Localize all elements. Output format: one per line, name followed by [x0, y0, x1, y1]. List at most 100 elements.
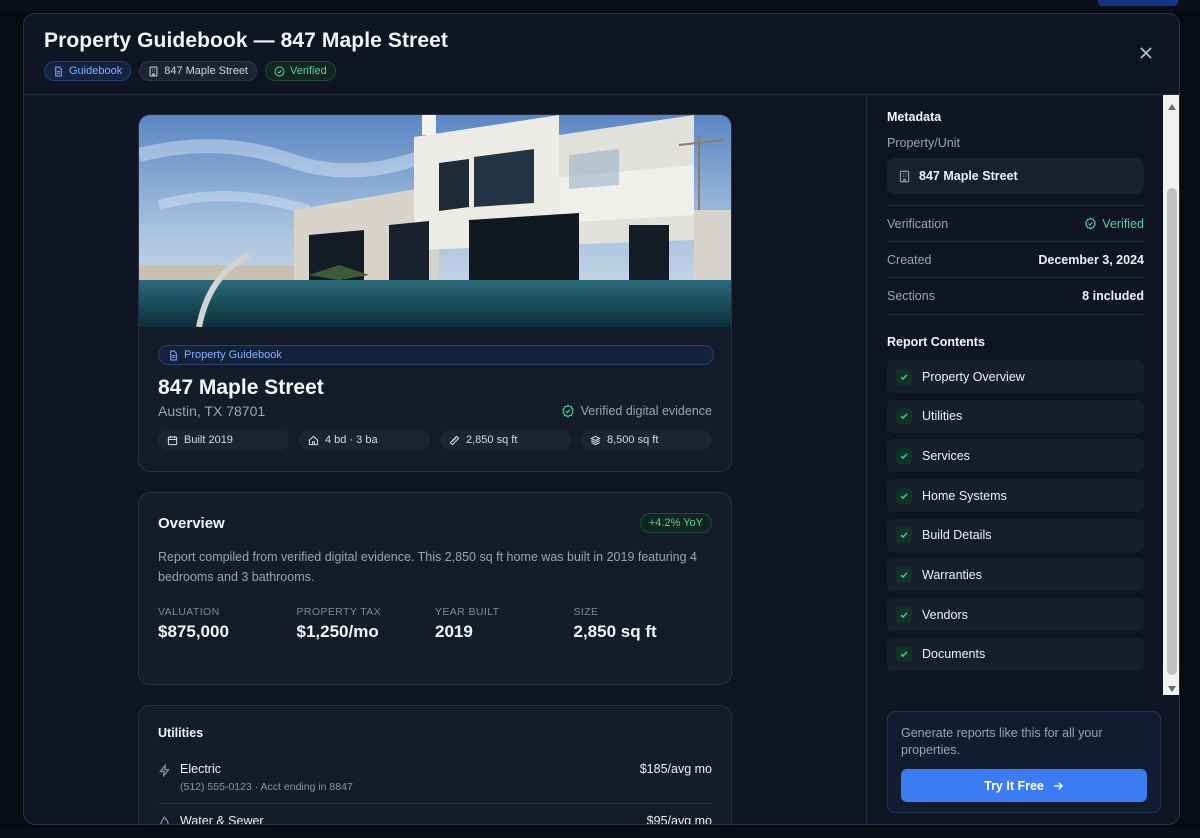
fact-built: Built 2019 [158, 430, 289, 450]
sidebar-scrollbar[interactable] [1163, 95, 1179, 695]
backdrop-button [1098, 0, 1178, 6]
close-button[interactable] [1137, 44, 1155, 62]
cta-box: Generate reports like this for all your … [887, 711, 1161, 813]
metadata-sidebar: Metadata Property/Unit 847 Maple Street … [866, 95, 1179, 824]
utility-info: Water & Sewer [158, 814, 264, 825]
contents-item-utilities[interactable]: Utilities [887, 399, 1144, 433]
verified-chip-label: Verified [290, 65, 327, 77]
main-content[interactable]: Property Guidebook 847 Maple Street Aust… [24, 95, 866, 825]
stat-year-built: YEAR BUILT 2019 [435, 606, 574, 642]
home-icon [308, 435, 319, 445]
contents-item-build-details[interactable]: Build Details [887, 518, 1144, 552]
shield-check-icon [1085, 217, 1097, 230]
sidebar-divider [887, 314, 1144, 315]
fact-rooms: 4 bd · 3 ba [299, 430, 430, 450]
contents-item-label: Documents [922, 647, 986, 662]
contents-item-home-systems[interactable]: Home Systems [887, 479, 1144, 513]
try-it-free-button[interactable]: Try It Free [901, 769, 1147, 802]
fact-lot: 8,500 sq ft [581, 430, 712, 450]
created-key: Created [887, 252, 932, 267]
fact-lot-label: 8,500 sq ft [607, 434, 659, 446]
contents-item-property-overview[interactable]: Property Overview [887, 360, 1144, 393]
utility-amount: $95/avg mo [646, 814, 712, 825]
overview-card: Overview +4.2% YoY Report compiled from … [138, 492, 732, 685]
contents-item-label: Property Overview [922, 369, 1025, 384]
sidebar-scroll-area[interactable]: Metadata Property/Unit 847 Maple Street … [867, 95, 1163, 695]
check-icon [896, 527, 912, 544]
stat-property-tax: PROPERTY TAX $1,250/mo [297, 606, 436, 642]
overview-stats: VALUATION $875,000 PROPERTY TAX $1,250/m… [158, 606, 712, 642]
report-contents-heading: Report Contents [887, 335, 985, 349]
arrow-right-icon [1053, 781, 1063, 790]
verified-evidence-label: Verified digital evidence [580, 404, 712, 418]
check-icon [896, 566, 912, 583]
unit-label: Property/Unit [887, 136, 960, 150]
unit-box: 847 Maple Street [887, 158, 1144, 194]
document-icon [55, 66, 62, 76]
building-icon [899, 170, 910, 182]
property-hero-card: Property Guidebook 847 Maple Street Aust… [138, 114, 732, 472]
scrollbar-thumb[interactable] [1167, 188, 1177, 675]
report-contents-list: Property Overview Utilities Services Hom… [887, 360, 1144, 671]
guidebook-modal: Property Guidebook — 847 Maple Street Gu… [23, 13, 1180, 825]
contents-item-label: Utilities [922, 409, 963, 424]
fact-rooms-label: 4 bd · 3 ba [325, 434, 378, 446]
lightning-icon [159, 764, 170, 777]
sections-value: 8 included [1082, 288, 1144, 303]
verified-evidence: Verified digital evidence [561, 404, 712, 419]
address-block: 847 Maple Street Austin, TX 78701 [158, 376, 324, 419]
address-row: 847 Maple Street Austin, TX 78701 Verifi… [158, 376, 712, 419]
contents-item-documents[interactable]: Documents [887, 637, 1144, 671]
verified-chip: Verified [265, 61, 336, 81]
utility-text: Electric (512) 555-0123 · Acct ending in… [180, 762, 353, 793]
scroll-down-arrow[interactable] [1167, 681, 1177, 692]
try-it-free-label: Try It Free [984, 778, 1044, 793]
contents-item-label: Build Details [922, 528, 992, 543]
backdrop-footer [0, 828, 1200, 838]
sections-key: Sections [887, 288, 935, 303]
stat-value: 2019 [435, 622, 473, 641]
type-chip: Guidebook [44, 61, 132, 81]
property-city: Austin, TX 78701 [158, 403, 266, 419]
check-icon [896, 447, 912, 464]
shield-check-icon [561, 404, 574, 418]
utility-name: Water & Sewer [180, 814, 264, 825]
guidebook-badge-label: Property Guidebook [184, 349, 282, 361]
unit-value: 847 Maple Street [919, 169, 1018, 183]
stat-size: SIZE 2,850 sq ft [574, 606, 713, 642]
check-icon [896, 606, 912, 623]
property-chip: 847 Maple Street [139, 61, 257, 81]
scroll-up-arrow[interactable] [1167, 99, 1177, 110]
overview-header: Overview +4.2% YoY [158, 513, 712, 533]
stat-value: $875,000 [158, 622, 229, 641]
contents-item-label: Services [922, 448, 970, 463]
verification-value: Verified [1102, 216, 1144, 231]
stat-label: PROPERTY TAX [296, 606, 382, 618]
utility-info: Electric (512) 555-0123 · Acct ending in… [158, 762, 353, 793]
check-icon [896, 368, 912, 385]
verification-row: Verification Verified [887, 205, 1144, 241]
stat-value: $1,250/mo [296, 622, 379, 641]
house-illustration [139, 115, 731, 327]
close-icon [1140, 47, 1152, 59]
yoy-badge: +4.2% YoY [639, 513, 712, 533]
contents-item-label: Home Systems [922, 488, 1007, 503]
sections-row: Sections 8 included [887, 277, 1144, 313]
property-address: 847 Maple Street [158, 376, 324, 399]
utilities-card: Utilities Electric (512) 555-0123 · Acct… [138, 705, 732, 825]
check-icon [896, 646, 912, 663]
type-chip-label: Guidebook [69, 65, 123, 77]
contents-item-services[interactable]: Services [887, 439, 1144, 473]
triangle-up-icon [1168, 104, 1176, 110]
document-icon [170, 350, 177, 360]
backdrop-header [0, 0, 1200, 12]
contents-item-warranties[interactable]: Warranties [887, 558, 1144, 592]
building-icon [149, 66, 158, 76]
fact-size-label: 2,850 sq ft [466, 434, 518, 446]
stat-value: 2,850 sq ft [573, 622, 657, 641]
property-chip-label: 847 Maple Street [164, 65, 248, 77]
ruler-icon [449, 435, 460, 445]
contents-item-vendors[interactable]: Vendors [887, 598, 1144, 632]
stat-label: SIZE [573, 606, 599, 618]
property-photo [139, 115, 731, 327]
